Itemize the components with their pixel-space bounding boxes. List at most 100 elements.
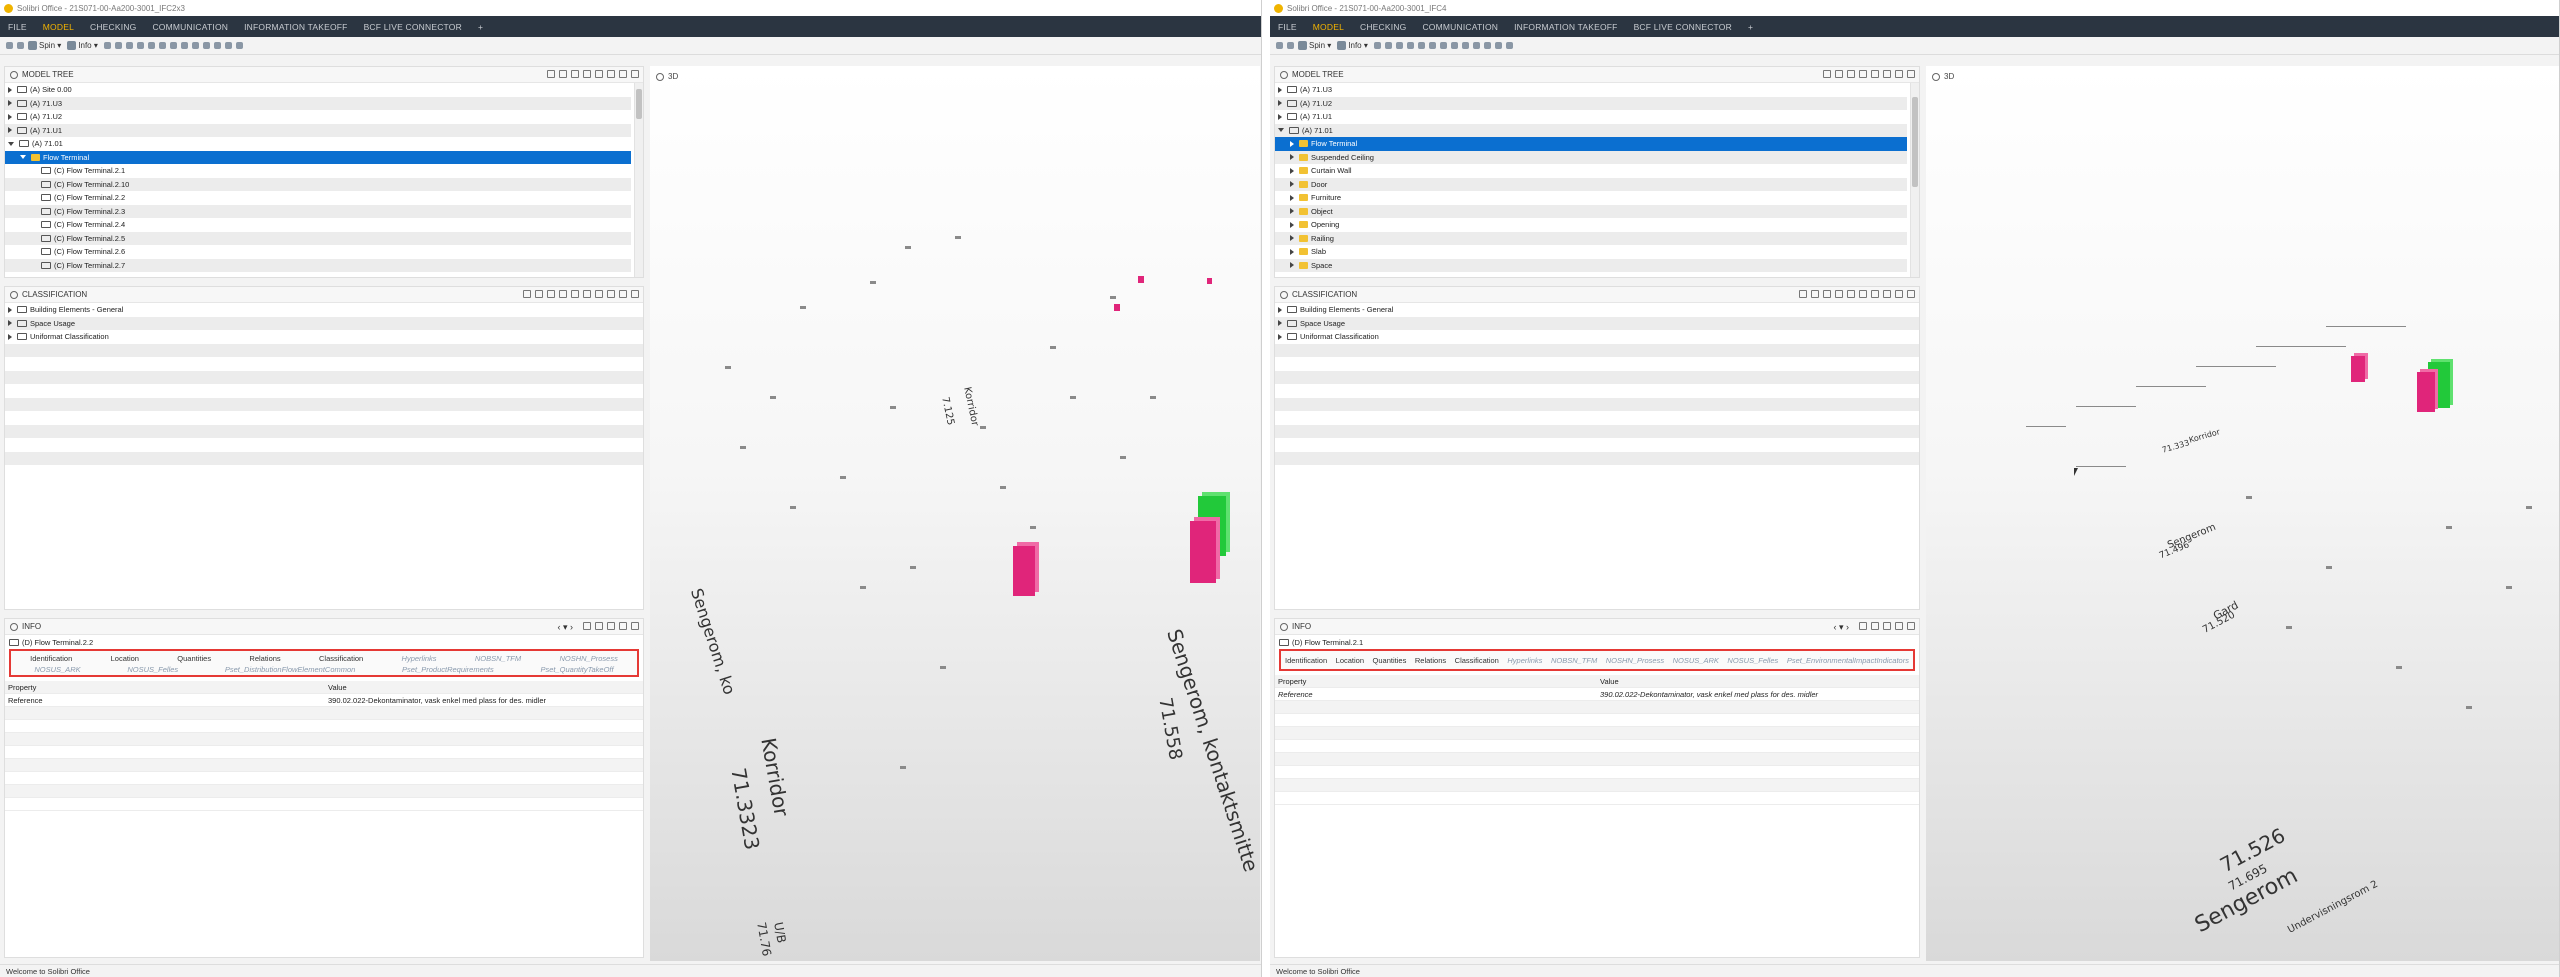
classification-row[interactable]: Space Usage <box>1275 316 1919 330</box>
tree-row[interactable]: (A) 71.U2 <box>1275 96 1907 110</box>
tab-nobsn-tfm[interactable]: NOBSN_TFM <box>475 654 521 663</box>
menu-communication[interactable]: COMMUNICATION <box>1422 22 1498 32</box>
close-icon[interactable] <box>631 622 639 630</box>
collapsed-arrow-icon[interactable] <box>1290 208 1294 215</box>
minimize-icon[interactable] <box>1871 622 1879 630</box>
tab-noshn-prosess[interactable]: NOSHN_Prosess <box>559 654 617 663</box>
spin-button[interactable]: Spin ▾ <box>28 41 61 50</box>
restore-icon[interactable] <box>1883 70 1891 78</box>
cube-icon[interactable] <box>1417 42 1425 49</box>
tree-row[interactable]: (C) Flow Terminal.2.3 <box>5 204 631 218</box>
tab-noshn-prosess[interactable]: NOSHN_Prosess <box>1606 656 1664 665</box>
maximize-icon[interactable] <box>1895 290 1903 298</box>
tree-row[interactable]: (C) Flow Terminal.2.6 <box>5 245 631 259</box>
collapsed-arrow-icon[interactable] <box>1278 113 1282 120</box>
zoom-icon[interactable] <box>1428 42 1436 49</box>
tab-pset-quantity-takeoff[interactable]: Pset_QuantityTakeOff <box>540 665 613 674</box>
expand-icon[interactable] <box>547 70 555 78</box>
classification-row[interactable]: Uniformat Classification <box>1275 330 1919 344</box>
close-icon[interactable] <box>1907 290 1915 298</box>
tree-row[interactable]: (A) Site 0.00 <box>5 83 631 97</box>
table-row[interactable]: Reference 390.02.022-Dekontaminator, vas… <box>5 694 643 707</box>
tab-location[interactable]: Location <box>1336 656 1364 665</box>
tree-row[interactable]: Suspended Ceiling <box>1275 150 1907 164</box>
settings-icon[interactable] <box>1859 290 1867 298</box>
camera-icon[interactable] <box>224 42 232 49</box>
menu-information-takeoff[interactable]: INFORMATION TAKEOFF <box>1514 22 1617 32</box>
hide-icon[interactable] <box>114 42 122 49</box>
minimize-icon[interactable] <box>595 70 603 78</box>
tab-nosus-felles[interactable]: NOSUS_Felles <box>1727 656 1778 665</box>
maximize-icon[interactable] <box>1895 70 1903 78</box>
collapsed-arrow-icon[interactable] <box>1290 181 1294 188</box>
menu-checking[interactable]: CHECKING <box>90 22 136 32</box>
classification-row[interactable]: Building Elements - General <box>1275 303 1919 317</box>
tree-scrollbar[interactable] <box>1910 83 1919 277</box>
collapsed-arrow-icon[interactable] <box>8 86 12 93</box>
filter-icon[interactable] <box>571 70 579 78</box>
menu-bcf-live-connector[interactable]: BCF LIVE CONNECTOR <box>1634 22 1732 32</box>
tab-pset-product-requirements[interactable]: Pset_ProductRequirements <box>402 665 494 674</box>
layers-icon[interactable] <box>583 70 591 78</box>
settings-icon[interactable] <box>235 42 243 49</box>
collapsed-arrow-icon[interactable] <box>1290 221 1294 228</box>
flow-terminal-magenta[interactable] <box>2351 356 2365 382</box>
tree-row[interactable]: Opening <box>1275 218 1907 232</box>
tab-classification[interactable]: Classification <box>1455 656 1499 665</box>
tree-row[interactable]: (A) 71.U3 <box>5 96 631 110</box>
zoom-in-icon[interactable] <box>169 42 177 49</box>
tree-row[interactable]: (C) Flow Terminal.2.7 <box>5 258 631 272</box>
tab-quantities[interactable]: Quantities <box>177 654 211 663</box>
tree-row[interactable]: Flow Terminal <box>1275 137 1907 151</box>
tree-row[interactable]: (C) Flow Terminal.2.5 <box>5 231 631 245</box>
zoom-icon[interactable] <box>158 42 166 49</box>
flow-terminal-magenta[interactable] <box>1013 546 1035 596</box>
menu-checking[interactable]: CHECKING <box>1360 22 1406 32</box>
camera-icon[interactable] <box>1494 42 1502 49</box>
tab-pset-distribution[interactable]: Pset_DistributionFlowElementCommon <box>225 665 355 674</box>
slice-icon[interactable] <box>1483 42 1491 49</box>
redo-icon[interactable] <box>17 42 24 49</box>
tree-row[interactable]: Furniture <box>1275 191 1907 205</box>
expanded-arrow-icon[interactable] <box>20 155 26 160</box>
new-icon[interactable] <box>1823 290 1831 298</box>
options-icon[interactable] <box>1859 622 1867 630</box>
maximize-icon[interactable] <box>619 622 627 630</box>
tab-identification[interactable]: Identification <box>30 654 72 663</box>
maximize-icon[interactable] <box>1895 622 1903 630</box>
collapsed-arrow-icon[interactable] <box>1290 140 1294 147</box>
collapsed-arrow-icon[interactable] <box>1290 167 1294 174</box>
info-button[interactable]: Info ▾ <box>1337 41 1368 50</box>
tree-row[interactable]: (A) 71.U1 <box>5 123 631 137</box>
tab-hyperlinks[interactable]: Hyperlinks <box>1507 656 1542 665</box>
collapse-icon[interactable] <box>1811 290 1819 298</box>
settings-icon[interactable] <box>583 290 591 298</box>
flow-terminal-magenta[interactable] <box>1138 276 1144 283</box>
tree-row[interactable]: Curtain Wall <box>1275 164 1907 178</box>
collapsed-arrow-icon[interactable] <box>8 100 12 107</box>
close-icon[interactable] <box>1907 70 1915 78</box>
show-icon[interactable] <box>1395 42 1403 49</box>
collapsed-arrow-icon[interactable] <box>1290 194 1294 201</box>
flow-terminal-magenta[interactable] <box>1190 521 1216 583</box>
spin-button[interactable]: Spin ▾ <box>1298 41 1331 50</box>
expanded-arrow-icon[interactable] <box>1278 128 1284 133</box>
restore-icon[interactable] <box>607 290 615 298</box>
tree-row[interactable]: Object <box>1275 204 1907 218</box>
tree-row[interactable]: (C) Flow Terminal.2.4 <box>5 218 631 232</box>
new-icon[interactable] <box>547 290 555 298</box>
expand-icon[interactable] <box>1823 70 1831 78</box>
tab-hyperlinks[interactable]: Hyperlinks <box>402 654 437 663</box>
tree-row[interactable]: (C) Flow Terminal.2.1 <box>5 164 631 178</box>
maximize-icon[interactable] <box>619 70 627 78</box>
zoom-out-icon[interactable] <box>180 42 188 49</box>
tree-row[interactable]: Railing <box>1275 231 1907 245</box>
layers-icon[interactable] <box>1859 70 1867 78</box>
select-icon[interactable] <box>1373 42 1381 49</box>
classification-row[interactable]: Uniformat Classification <box>5 330 643 344</box>
tree-row[interactable]: (A) 71.01 <box>5 137 631 151</box>
measure-icon[interactable] <box>202 42 210 49</box>
back-icon[interactable]: ‹ ▾ › <box>1833 622 1849 633</box>
tab-classification[interactable]: Classification <box>319 654 363 663</box>
cube-icon[interactable] <box>147 42 155 49</box>
